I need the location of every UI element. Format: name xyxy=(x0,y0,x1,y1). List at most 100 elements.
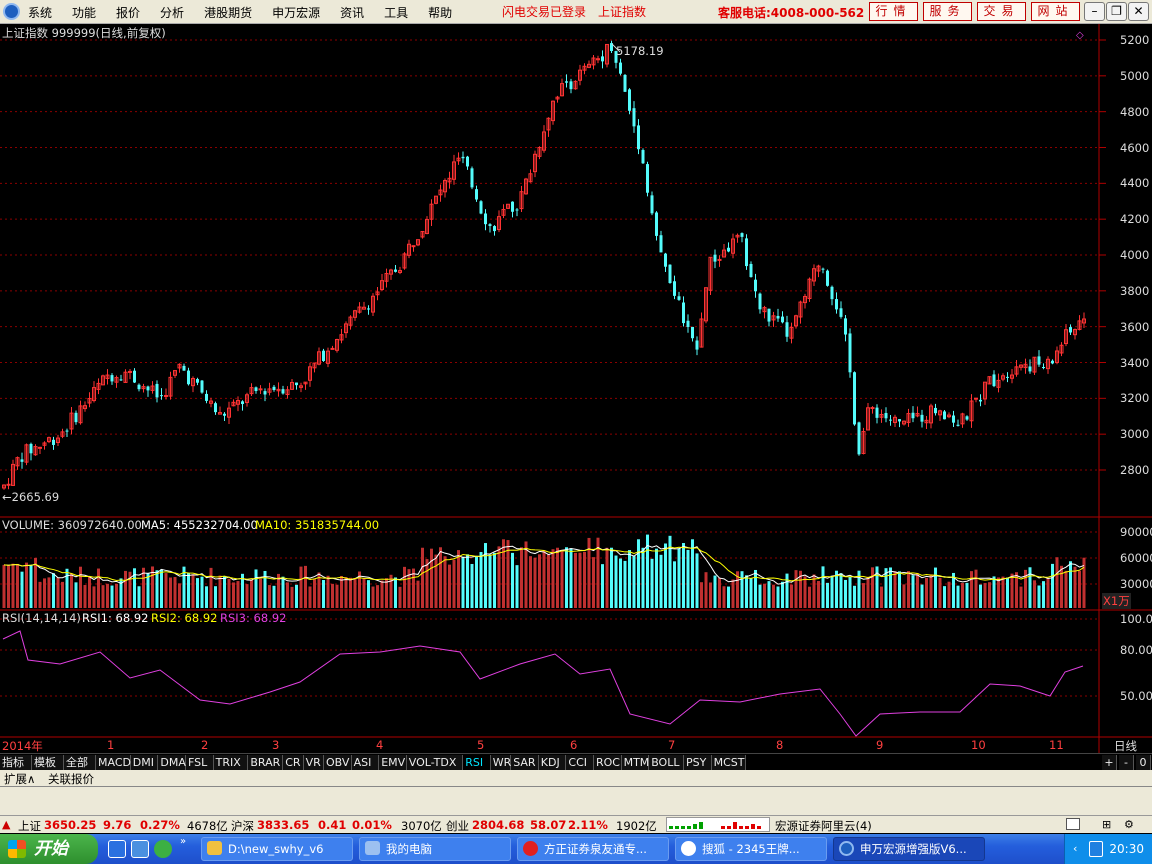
volume-bar xyxy=(785,573,789,608)
tab-wr[interactable]: WR xyxy=(490,755,511,770)
server-name[interactable]: 宏源证券阿里云(4) xyxy=(775,818,872,834)
network-icon[interactable]: ⊞ xyxy=(1102,818,1111,831)
tray-expand-icon[interactable]: ‹ xyxy=(1073,834,1077,864)
tab-rsi[interactable]: RSI xyxy=(463,755,491,770)
start-button[interactable]: 开始 xyxy=(0,834,98,864)
volume-bar xyxy=(106,583,109,608)
tab-sar[interactable]: SAR xyxy=(511,755,539,770)
tab-control-zero[interactable]: 0 xyxy=(1136,755,1151,770)
menu-hk-futures[interactable]: 港股期货 xyxy=(204,4,260,21)
cy-pct: 2.11% xyxy=(568,818,608,832)
volume-bar xyxy=(929,574,933,608)
candle-body xyxy=(992,374,996,387)
tab-dmi[interactable]: DMI xyxy=(130,755,159,770)
tab-全部[interactable]: 全部 xyxy=(64,755,96,770)
desktop-icon[interactable] xyxy=(131,840,149,858)
menu-tools[interactable]: 工具 xyxy=(384,4,416,21)
volume-bar xyxy=(380,580,384,608)
website-button[interactable]: 网站 xyxy=(1031,2,1080,21)
candle-body xyxy=(601,56,604,62)
sh-change: 9.76 xyxy=(103,818,132,832)
candle-body xyxy=(493,226,496,232)
period-label[interactable]: 日线 xyxy=(1114,738,1137,754)
tab-dma[interactable]: DMA xyxy=(158,755,186,770)
ie-icon[interactable] xyxy=(108,840,126,858)
related-quote-tab[interactable]: 关联报价 xyxy=(48,771,94,787)
menu-analysis[interactable]: 分析 xyxy=(160,4,192,21)
volume-bar xyxy=(457,550,460,608)
menu-news[interactable]: 资讯 xyxy=(340,4,372,21)
price-tick: 4000 xyxy=(1120,248,1150,262)
flash-trade-status[interactable]: 闪电交易已登录 xyxy=(502,3,586,20)
kline-chart[interactable]: ◇ xyxy=(0,24,1152,753)
volume-bar xyxy=(146,572,150,608)
close-icon[interactable]: ✕ xyxy=(1128,2,1149,21)
volume-bar xyxy=(124,570,127,608)
restore-icon[interactable]: ❐ xyxy=(1106,2,1127,21)
volume-bar xyxy=(983,583,987,608)
taskbar: 开始 » D:\new_swhy_v6 我的电脑 方正证券泉友通专... 搜狐 … xyxy=(0,834,1152,864)
tab-obv[interactable]: OBV xyxy=(324,755,352,770)
browser-icon[interactable] xyxy=(154,840,172,858)
tab-指标[interactable]: 指标 xyxy=(0,755,32,770)
candle-body xyxy=(20,459,24,462)
tab-asi[interactable]: ASI xyxy=(351,755,380,770)
menu-function[interactable]: 功能 xyxy=(72,4,104,21)
quicklaunch-expand-icon[interactable]: » xyxy=(180,836,186,847)
tab-cci[interactable]: CCI xyxy=(566,755,594,770)
tab-emv[interactable]: EMV xyxy=(379,755,407,770)
task-my-computer[interactable]: 我的电脑 xyxy=(359,837,511,861)
tab-brar[interactable]: BRAR xyxy=(248,755,284,770)
volume-bar xyxy=(970,571,973,608)
shield-icon[interactable] xyxy=(1089,841,1103,857)
menu-swhy[interactable]: 申万宏源 xyxy=(272,4,328,21)
tab-boll[interactable]: BOLL xyxy=(649,755,684,770)
task-fangzheng[interactable]: 方正证券泉友通专... xyxy=(517,837,669,861)
window-icon[interactable] xyxy=(1066,818,1080,830)
volume-bar xyxy=(322,580,325,608)
volume-bar xyxy=(592,557,595,608)
task-folder[interactable]: D:\new_swhy_v6 xyxy=(201,837,353,861)
task-my-computer-label: 我的电脑 xyxy=(386,842,432,856)
hs-amount: 3070亿 xyxy=(401,819,442,833)
volume-bar xyxy=(1028,567,1032,608)
cy-change: 58.07 xyxy=(530,818,567,832)
tab-kdj[interactable]: KDJ xyxy=(538,755,567,770)
candle-body xyxy=(29,443,33,454)
tab-control-plus[interactable]: + xyxy=(1102,755,1117,770)
service-button[interactable]: 服务 xyxy=(923,2,972,21)
app-logo-icon[interactable] xyxy=(3,3,20,20)
tab-vol-tdx[interactable]: VOL-TDX xyxy=(406,755,464,770)
rsi1-label: RSI1: 68.92 xyxy=(82,611,149,625)
tab-control-minus[interactable]: - xyxy=(1119,755,1134,770)
volume-bar xyxy=(488,554,492,608)
volume-bar xyxy=(529,556,532,608)
tab-cr[interactable]: CR xyxy=(283,755,304,770)
volume-bar xyxy=(362,578,366,608)
tab-vr[interactable]: VR xyxy=(303,755,324,770)
tab-mtm[interactable]: MTM xyxy=(621,755,649,770)
task-swhy[interactable]: 申万宏源增强版V6... xyxy=(833,837,985,861)
alert-icon[interactable]: ▲ xyxy=(2,818,10,831)
tab-mcst[interactable]: MCST xyxy=(711,755,747,770)
volume-bar xyxy=(259,578,262,608)
tab-模板[interactable]: 模板 xyxy=(32,755,64,770)
candle-body xyxy=(6,483,11,486)
tab-psy[interactable]: PSY xyxy=(684,755,712,770)
tab-trix[interactable]: TRIX xyxy=(213,755,249,770)
tab-macd[interactable]: MACD xyxy=(96,755,131,770)
menu-system[interactable]: 系统 xyxy=(28,4,60,21)
trade-button[interactable]: 交易 xyxy=(977,2,1026,21)
candle-body xyxy=(1069,327,1072,333)
tab-fsl[interactable]: FSL xyxy=(186,755,214,770)
minimize-icon[interactable]: – xyxy=(1084,2,1105,21)
volume-bar xyxy=(479,552,483,608)
volume-bar xyxy=(686,549,690,608)
menu-quote[interactable]: 报价 xyxy=(116,4,148,21)
expand-toggle[interactable]: 扩展∧ xyxy=(4,771,35,787)
task-browser[interactable]: 搜狐 - 2345王牌... xyxy=(675,837,827,861)
menu-help[interactable]: 帮助 xyxy=(428,4,460,21)
settings-icon[interactable]: ⚙ xyxy=(1124,818,1134,831)
quote-button[interactable]: 行情 xyxy=(869,2,918,21)
tab-roc[interactable]: ROC xyxy=(594,755,622,770)
